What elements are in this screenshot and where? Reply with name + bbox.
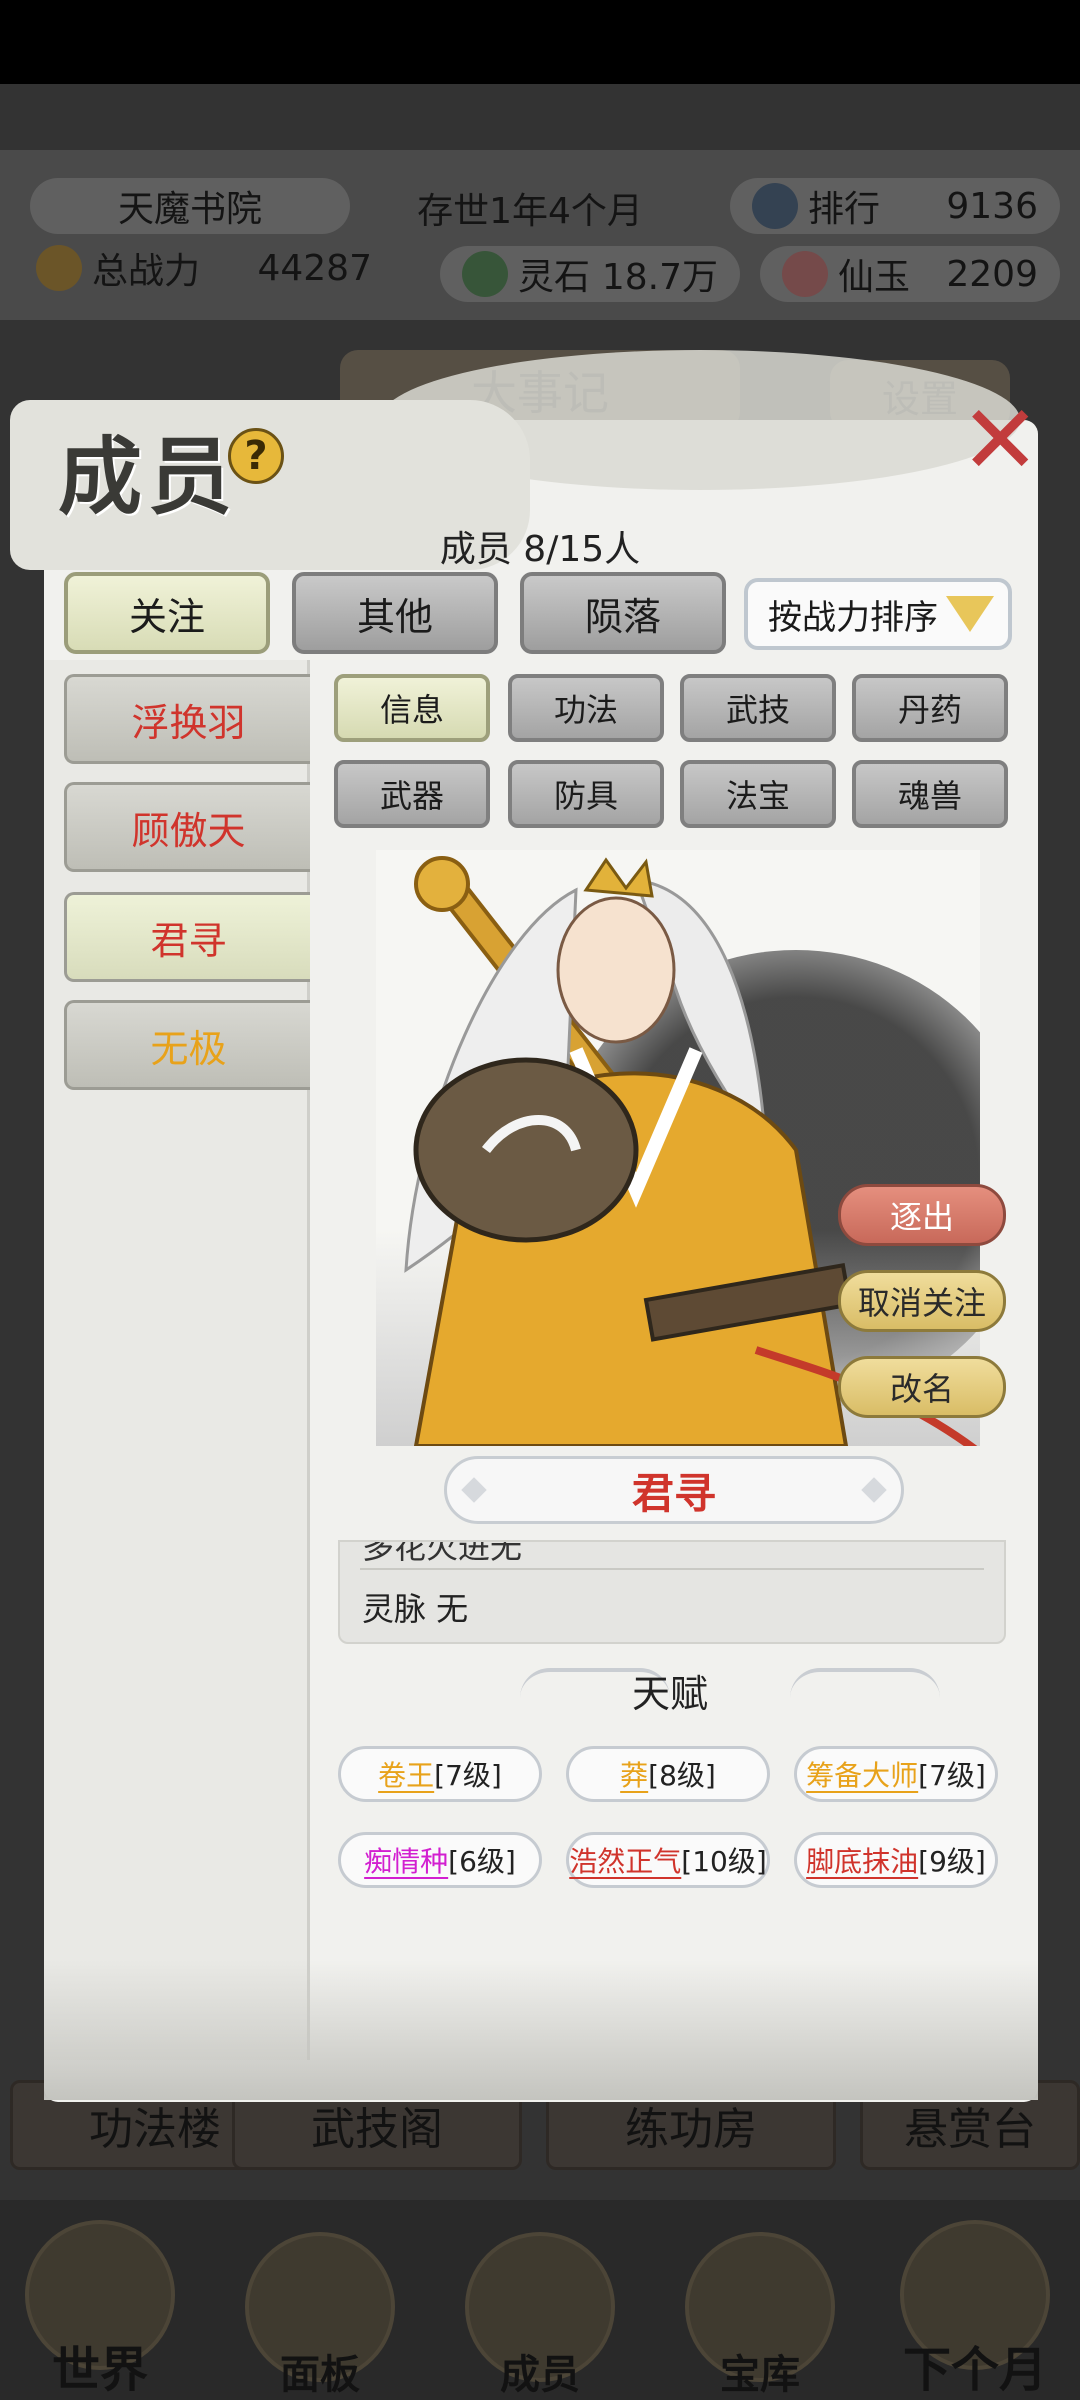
talent-level: [6级] — [448, 1845, 516, 1878]
member-item-4[interactable]: 无极 — [64, 1000, 310, 1090]
info-list[interactable]: 多花火进无 灵脉 无 — [338, 1540, 1006, 1644]
talent-name: 莽 — [620, 1759, 649, 1792]
talent-name: 浩然正气 — [569, 1845, 682, 1878]
talent-level: [8级] — [648, 1759, 716, 1792]
expel-button[interactable]: 逐出 — [838, 1184, 1006, 1246]
rename-button[interactable]: 改名 — [838, 1356, 1006, 1418]
talent-badge[interactable]: 浩然正气 [10级] — [566, 1832, 770, 1888]
info-spirit-vein: 灵脉 无 — [362, 1590, 469, 1628]
talent-badge[interactable]: 卷王 [7级] — [338, 1746, 542, 1802]
talent-badge[interactable]: 脚底抹油 [9级] — [794, 1832, 998, 1888]
unfollow-button[interactable]: 取消关注 — [838, 1270, 1006, 1332]
tab-martial-skills[interactable]: 武技 — [680, 674, 836, 742]
selected-member-name-bar: 君寻 — [444, 1456, 904, 1524]
tab-info[interactable]: 信息 — [334, 674, 490, 742]
talent-level: [7级] — [918, 1759, 986, 1792]
tab-fallen[interactable]: 陨落 — [520, 572, 726, 654]
divider — [360, 1568, 984, 1570]
talent-header: 天赋 — [631, 1671, 708, 1716]
member-name: 君寻 — [150, 918, 227, 963]
tab-others[interactable]: 其他 — [292, 572, 498, 654]
info-row-clipped: 多花火进无 — [362, 1540, 523, 1566]
talent-name: 脚底抹油 — [806, 1845, 919, 1878]
sort-label: 按战力排序 — [768, 597, 938, 638]
help-icon[interactable]: ? — [228, 428, 284, 484]
panel-bottom-cloud-decoration — [44, 1960, 1038, 2100]
talent-badge[interactable]: 痴情种 [6级] — [338, 1832, 542, 1888]
talent-level: [7级] — [434, 1759, 502, 1792]
talent-name: 卷王 — [378, 1759, 435, 1792]
status-bar — [0, 0, 1080, 84]
member-item-1[interactable]: 浮换羽 — [64, 674, 310, 764]
talent-level: [9级] — [918, 1845, 986, 1878]
sort-dropdown[interactable]: 按战力排序 — [744, 578, 1012, 650]
talent-badge[interactable]: 筹备大师 [7级] — [794, 1746, 998, 1802]
tab-pills[interactable]: 丹药 — [852, 674, 1008, 742]
tab-techniques[interactable]: 功法 — [508, 674, 664, 742]
panel-title: 成员 — [58, 427, 239, 526]
member-count: 成员 8/15人 — [439, 529, 641, 570]
close-icon[interactable]: ✕ — [960, 392, 1040, 488]
member-list: 浮换羽 顾傲天 君寻 无极 — [44, 660, 310, 2060]
member-item-2[interactable]: 顾傲天 — [64, 782, 310, 872]
tab-followed[interactable]: 关注 — [64, 572, 270, 654]
tab-armor[interactable]: 防具 — [508, 760, 664, 828]
member-name: 顾傲天 — [131, 808, 246, 853]
chevron-down-icon — [946, 596, 994, 632]
talent-badge[interactable]: 莽 [8级] — [566, 1746, 770, 1802]
talent-level: [10级] — [681, 1845, 767, 1878]
selected-member-name: 君寻 — [631, 1468, 716, 1518]
tab-soul-beast[interactable]: 魂兽 — [852, 760, 1008, 828]
talent-name: 筹备大师 — [806, 1759, 919, 1792]
diamond-icon — [861, 1477, 887, 1503]
talent-name: 痴情种 — [364, 1845, 449, 1878]
member-item-3[interactable]: 君寻 — [64, 892, 310, 982]
tab-weapon[interactable]: 武器 — [334, 760, 490, 828]
diamond-icon — [461, 1477, 487, 1503]
tab-artifact[interactable]: 法宝 — [680, 760, 836, 828]
member-name: 无极 — [150, 1026, 227, 1071]
member-name: 浮换羽 — [131, 700, 246, 745]
